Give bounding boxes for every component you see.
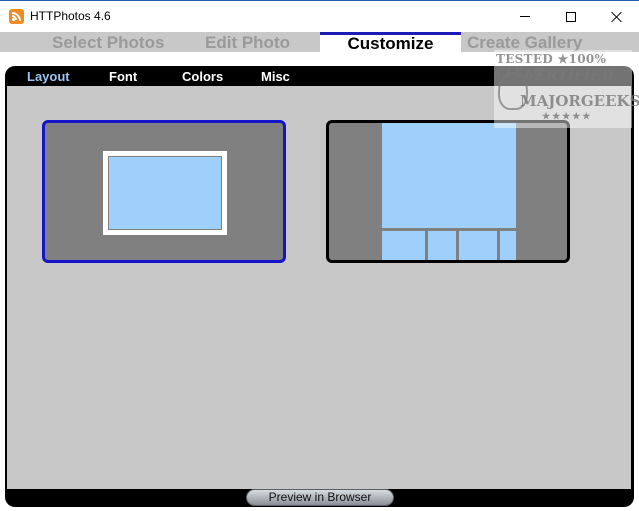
tab-select-photos[interactable]: Select Photos: [52, 32, 164, 52]
thumbnail-placeholder: [428, 231, 456, 260]
subtab-misc[interactable]: Misc: [261, 69, 290, 84]
layout-option-single-photo[interactable]: [42, 120, 286, 263]
close-icon: [611, 11, 623, 23]
tab-create-gallery[interactable]: Create Gallery: [467, 32, 582, 52]
rss-app-icon: [9, 9, 24, 24]
thumbnail-placeholder: [459, 231, 497, 260]
tab-customize[interactable]: Customize: [320, 32, 461, 52]
maximize-button[interactable]: [548, 1, 594, 32]
maximize-icon: [566, 11, 576, 22]
window-title: HTTPhotos 4.6: [30, 9, 111, 23]
watermark-line-2: CERTIFIED: [524, 68, 614, 84]
close-button[interactable]: [594, 1, 639, 32]
majorgeeks-watermark: TESTED ★100% CLEAN CERTIFIED MAJORGEEKS …: [494, 50, 639, 128]
tab-edit-photo[interactable]: Edit Photo: [205, 32, 290, 52]
thumbnail-placeholder: [500, 231, 516, 260]
main-photo-placeholder: [382, 123, 516, 228]
title-bar: HTTPhotos 4.6: [0, 0, 639, 32]
subtab-layout[interactable]: Layout: [27, 69, 70, 84]
minimize-button[interactable]: [502, 1, 548, 32]
subtab-colors[interactable]: Colors: [182, 69, 223, 84]
preview-in-browser-button[interactable]: Preview in Browser: [246, 489, 394, 506]
main-tab-bar: Select Photos Edit Photo Customize Creat…: [0, 32, 639, 52]
photo-placeholder: [108, 156, 222, 230]
layout-option-photo-with-thumbnails[interactable]: [326, 120, 570, 263]
subtab-font[interactable]: Font: [109, 69, 137, 84]
thumbnail-placeholder: [382, 231, 425, 260]
watermark-line-4: ★★★★★: [542, 112, 593, 122]
minimize-icon: [520, 16, 530, 17]
photo-mat: [103, 151, 227, 235]
watermark-line-3: MAJORGEEKS: [520, 92, 639, 110]
